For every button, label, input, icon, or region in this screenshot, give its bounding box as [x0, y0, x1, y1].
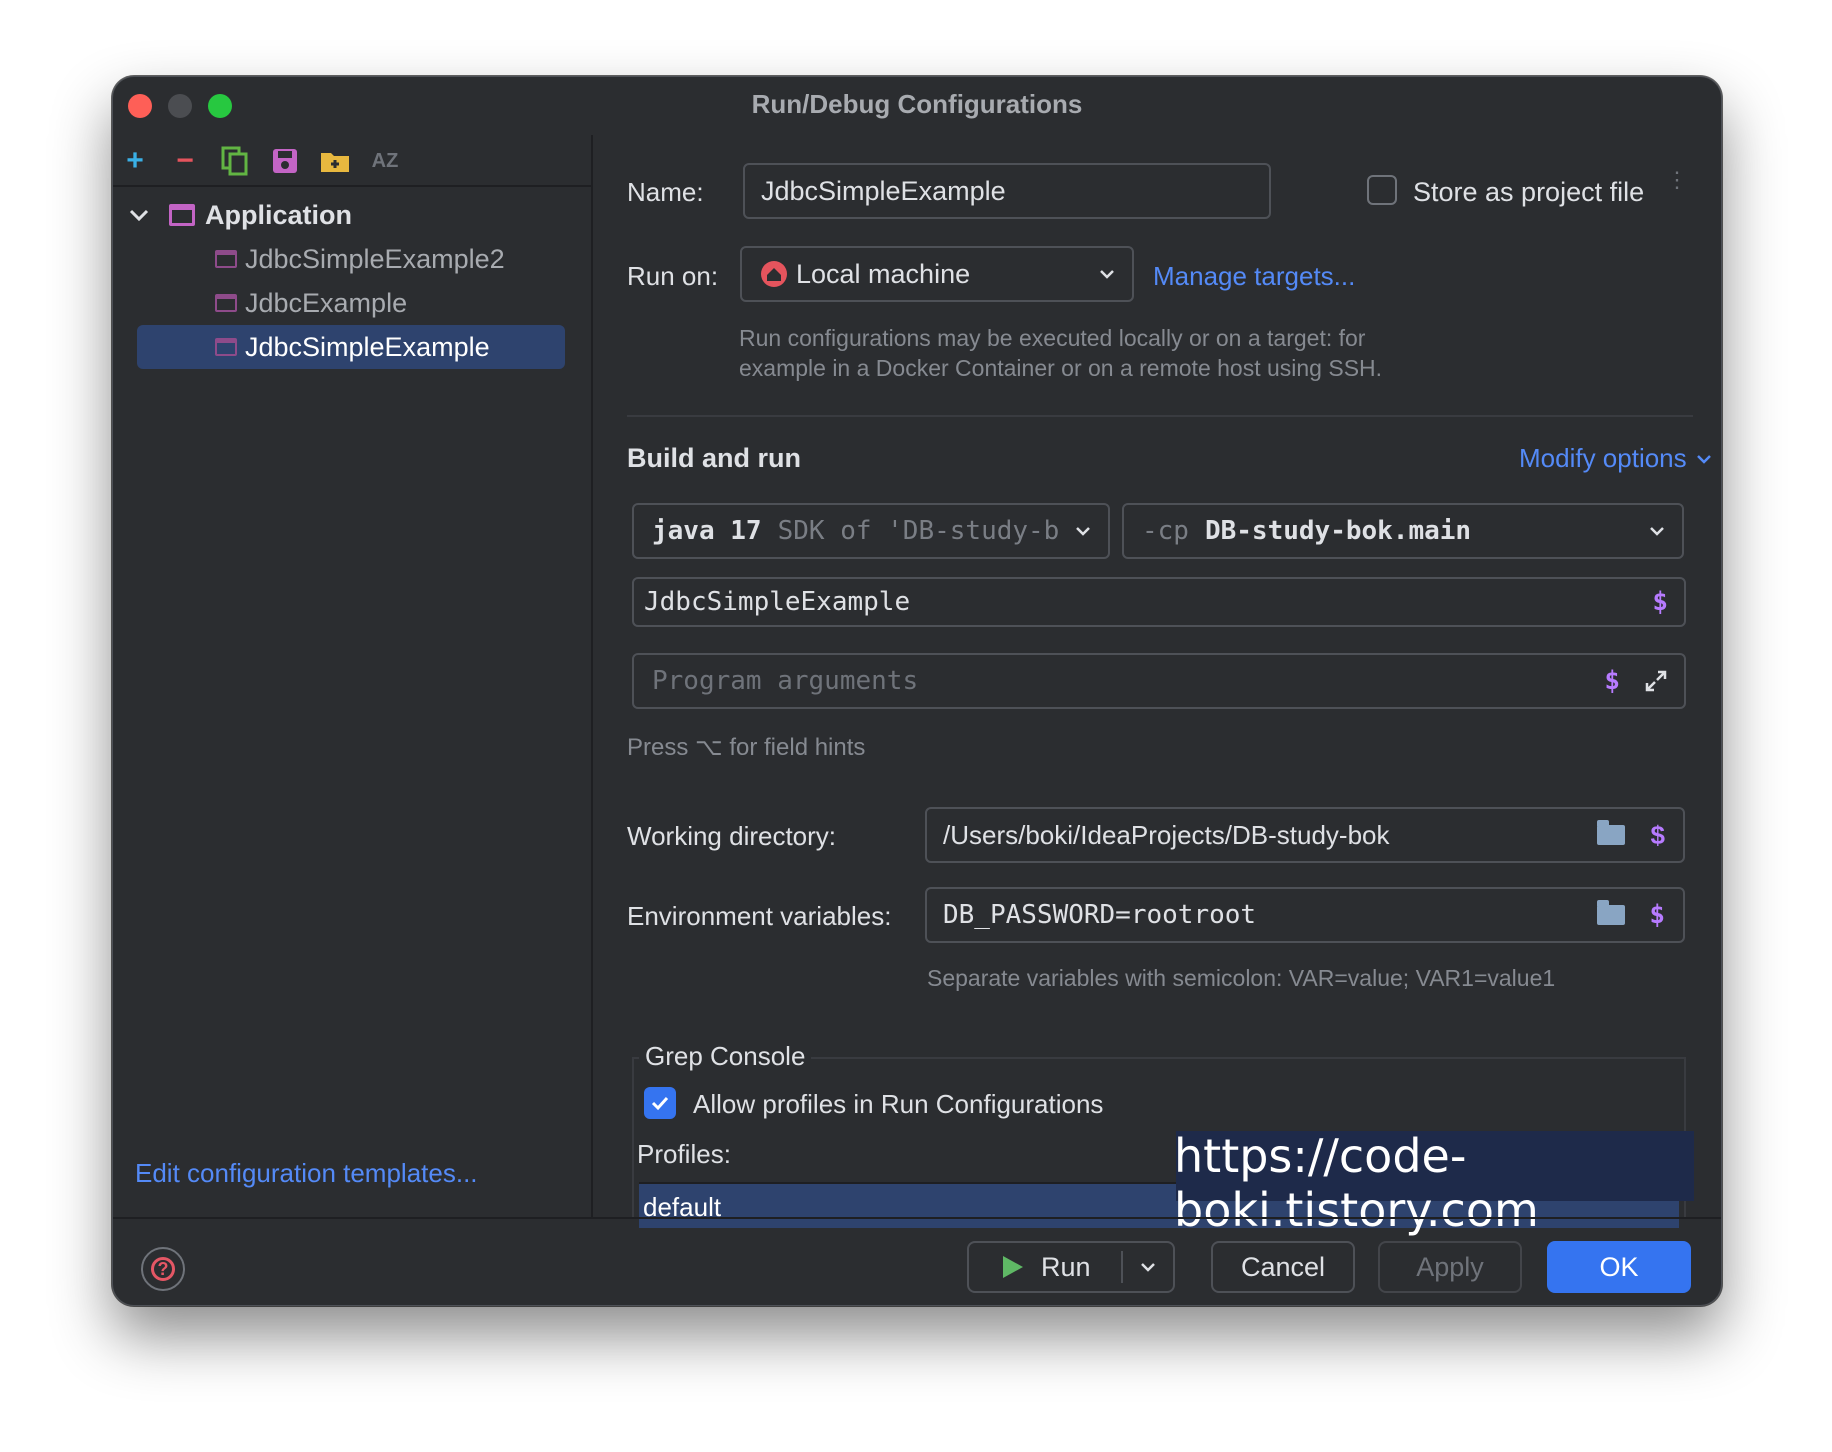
run-icon: [1003, 1256, 1023, 1278]
environment-variables-value: DB_PASSWORD=rootroot: [943, 900, 1257, 930]
classpath-prefix: -cp: [1142, 516, 1189, 546]
modify-options-label: Modify options: [1519, 443, 1687, 473]
macro-icon[interactable]: $: [1651, 820, 1665, 851]
run-on-label: Run on:: [627, 261, 719, 291]
chevron-down-icon: [1650, 527, 1664, 536]
macro-icon[interactable]: $: [1649, 900, 1665, 930]
allow-profiles-checkbox[interactable]: [644, 1087, 676, 1119]
checkmark-icon: [651, 1096, 669, 1111]
configurations-sidebar: + − AZ Application JdbcSimpleExample2 Jd…: [113, 135, 593, 1217]
save-icon[interactable]: [269, 145, 301, 177]
add-icon[interactable]: +: [119, 144, 151, 177]
program-arguments-placeholder: Program arguments: [652, 666, 919, 696]
store-as-project-file-checkbox[interactable]: [1367, 175, 1397, 205]
tree-item-label: JdbcSimpleExample2: [245, 243, 505, 274]
configuration-form: Name: JdbcSimpleExample Store as project…: [591, 135, 1721, 1237]
name-label: Name:: [627, 177, 704, 207]
tree-group-label: Application: [205, 199, 352, 230]
run-on-hint-line-2: example in a Docker Container or on a re…: [739, 355, 1383, 381]
section-divider: [627, 415, 1693, 417]
folder-icon[interactable]: [1597, 900, 1625, 925]
name-field[interactable]: JdbcSimpleExample: [743, 163, 1271, 219]
macro-icon[interactable]: $: [1604, 666, 1620, 696]
jdk-version: java 17: [652, 516, 762, 546]
new-folder-icon[interactable]: [319, 145, 351, 177]
application-icon: [169, 204, 195, 226]
apply-button[interactable]: Apply: [1378, 1241, 1522, 1293]
classpath-module-select[interactable]: -cp DB-study-bok.main: [1122, 503, 1684, 559]
main-class-field[interactable]: JdbcSimpleExample $: [632, 577, 1686, 627]
config-icon: [215, 294, 237, 312]
help-icon: ?: [151, 1257, 175, 1281]
classpath-module: DB-study-bok.main: [1204, 516, 1472, 546]
macro-icon[interactable]: $: [1652, 587, 1668, 617]
modify-options-link[interactable]: Modify options: [1519, 443, 1713, 474]
edit-templates-link[interactable]: Edit configuration templates...: [135, 1158, 478, 1189]
working-directory-label: Working directory:: [627, 821, 837, 851]
run-button-label: Run: [1041, 1251, 1091, 1282]
grep-console-title: Grep Console: [639, 1041, 812, 1072]
tree-group-application[interactable]: Application: [127, 193, 352, 237]
field-hints-text: Press ⌥ for field hints: [627, 734, 866, 761]
store-as-project-file-label: Store as project file: [1413, 177, 1645, 207]
run-button-divider: [1121, 1251, 1123, 1283]
remove-icon[interactable]: −: [169, 144, 201, 177]
name-field-value: JdbcSimpleExample: [761, 175, 1006, 206]
tree-item-jdbcsimpleexample2[interactable]: JdbcSimpleExample2: [215, 237, 505, 281]
house-icon: [761, 261, 787, 287]
tree-item-label: JdbcSimpleExample: [245, 331, 490, 362]
main-class-value: JdbcSimpleExample: [644, 587, 911, 617]
sort-icon[interactable]: AZ: [369, 145, 401, 177]
environment-variables-field[interactable]: DB_PASSWORD=rootroot $: [925, 887, 1685, 943]
config-icon: [215, 338, 237, 356]
ok-button[interactable]: OK: [1547, 1241, 1691, 1293]
window-title: Run/Debug Configurations: [751, 89, 1083, 119]
folder-icon[interactable]: [1597, 820, 1625, 845]
sidebar-toolbar: + − AZ: [113, 135, 591, 187]
environment-variables-hint: Separate variables with semicolon: VAR=v…: [927, 965, 1556, 991]
config-icon: [215, 250, 237, 268]
program-arguments-field[interactable]: Program arguments $: [632, 653, 1686, 709]
chevron-down-icon: [1100, 270, 1114, 279]
tree-item-jdbcsimpleexample[interactable]: JdbcSimpleExample: [215, 325, 490, 369]
copy-icon[interactable]: [219, 145, 251, 177]
run-on-value: Local machine: [796, 258, 971, 289]
manage-targets-link[interactable]: Manage targets...: [1153, 261, 1355, 292]
jdk-description: SDK of 'DB-study-b: [777, 516, 1060, 546]
run-debug-dialog: Run/Debug Configurations + − AZ Applicat…: [112, 76, 1722, 1306]
allow-profiles-label: Allow profiles in Run Configurations: [693, 1089, 1104, 1119]
jdk-select[interactable]: java 17 SDK of 'DB-study-b: [632, 503, 1110, 559]
run-on-select[interactable]: Local machine: [740, 246, 1134, 302]
working-directory-field[interactable]: /Users/boki/IdeaProjects/DB-study-bok $: [925, 807, 1685, 863]
help-button[interactable]: ?: [141, 1247, 185, 1291]
working-directory-value: /Users/boki/IdeaProjects/DB-study-bok: [943, 819, 1390, 850]
build-and-run-title: Build and run: [627, 443, 801, 473]
expand-icon[interactable]: [1644, 669, 1668, 693]
more-options-icon[interactable]: ⋮: [1666, 169, 1688, 191]
profiles-label: Profiles:: [637, 1139, 731, 1169]
chevron-down-icon[interactable]: [127, 203, 151, 227]
chevron-down-icon: [1076, 527, 1090, 536]
chevron-down-icon: [1696, 454, 1711, 464]
run-on-hint-line-1: Run configurations may be executed local…: [739, 325, 1366, 351]
tree-item-label: JdbcExample: [245, 287, 408, 318]
cancel-button[interactable]: Cancel: [1211, 1241, 1355, 1293]
chevron-down-icon[interactable]: [1139, 1258, 1157, 1276]
environment-variables-label: Environment variables:: [627, 901, 892, 931]
run-button[interactable]: Run: [967, 1241, 1175, 1293]
dialog-footer: ? Run Cancel Apply OK: [113, 1217, 1721, 1305]
tree-item-jdbcexample[interactable]: JdbcExample: [215, 281, 407, 325]
